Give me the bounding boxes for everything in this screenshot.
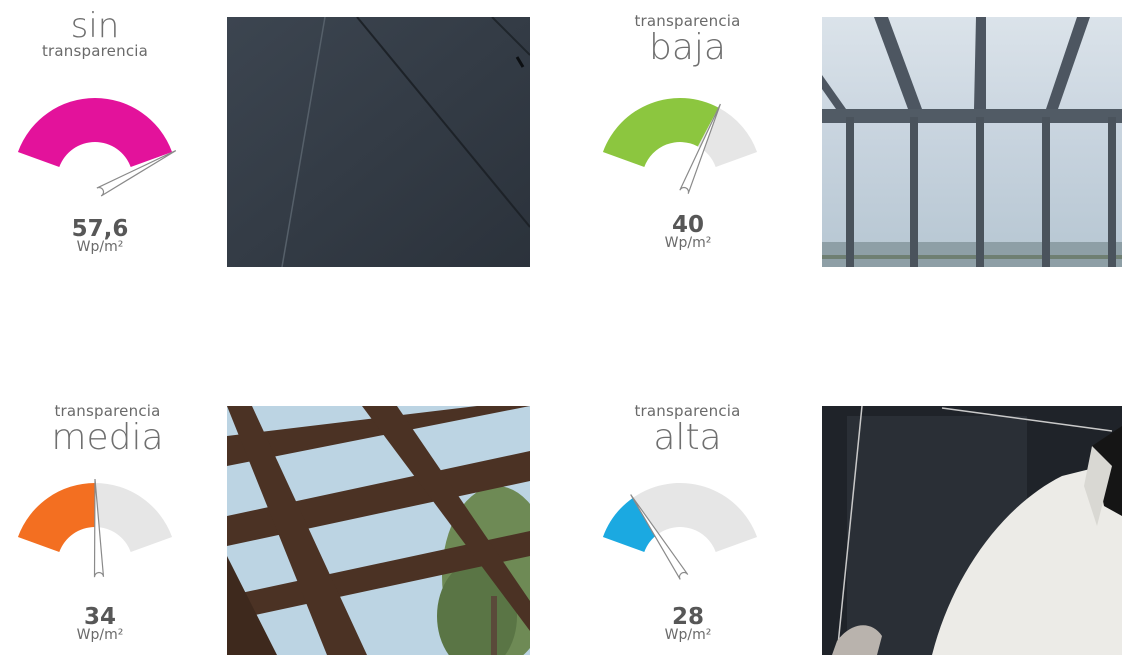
- value-readout: 57,6 Wp/m²: [45, 216, 155, 255]
- title-secondary: transparencia: [41, 42, 149, 60]
- gauge-track: [95, 483, 173, 553]
- value-number: 57,6: [71, 216, 129, 242]
- gauge-alta: [602, 483, 758, 580]
- value-number: 34: [83, 604, 116, 630]
- gauge-fill: [17, 98, 173, 168]
- gauge-baja: [602, 98, 758, 194]
- panel-title: transparencia media: [20, 402, 195, 456]
- value-number: 40: [671, 212, 704, 238]
- photo-glass-roof: [822, 17, 1122, 267]
- panel-title: transparencia alta: [600, 402, 775, 456]
- value-readout: 28 Wp/m²: [633, 604, 743, 643]
- value-readout: 34 Wp/m²: [45, 604, 155, 643]
- gauge-fill: [17, 483, 95, 553]
- value-unit: Wp/m²: [76, 627, 124, 643]
- title-primary: sin: [70, 6, 120, 46]
- value-readout: 40 Wp/m²: [633, 212, 743, 251]
- photo-opaque-facade: [227, 17, 530, 267]
- title-primary: alta: [653, 417, 722, 458]
- gauge-sin: [17, 98, 177, 197]
- title-primary: baja: [649, 27, 726, 68]
- panel-title: transparencia baja: [600, 12, 775, 66]
- title-primary: media: [51, 417, 164, 458]
- gauge-media: [17, 478, 173, 578]
- value-unit: Wp/m²: [664, 627, 712, 643]
- panel-title: sin transparencia: [10, 6, 180, 60]
- gauge-track: [632, 483, 758, 553]
- value-number: 28: [671, 604, 704, 630]
- photo-person-with-panel: [822, 406, 1122, 655]
- value-unit: Wp/m²: [664, 235, 712, 251]
- value-unit: Wp/m²: [76, 239, 124, 255]
- photo-skylight: [227, 406, 530, 655]
